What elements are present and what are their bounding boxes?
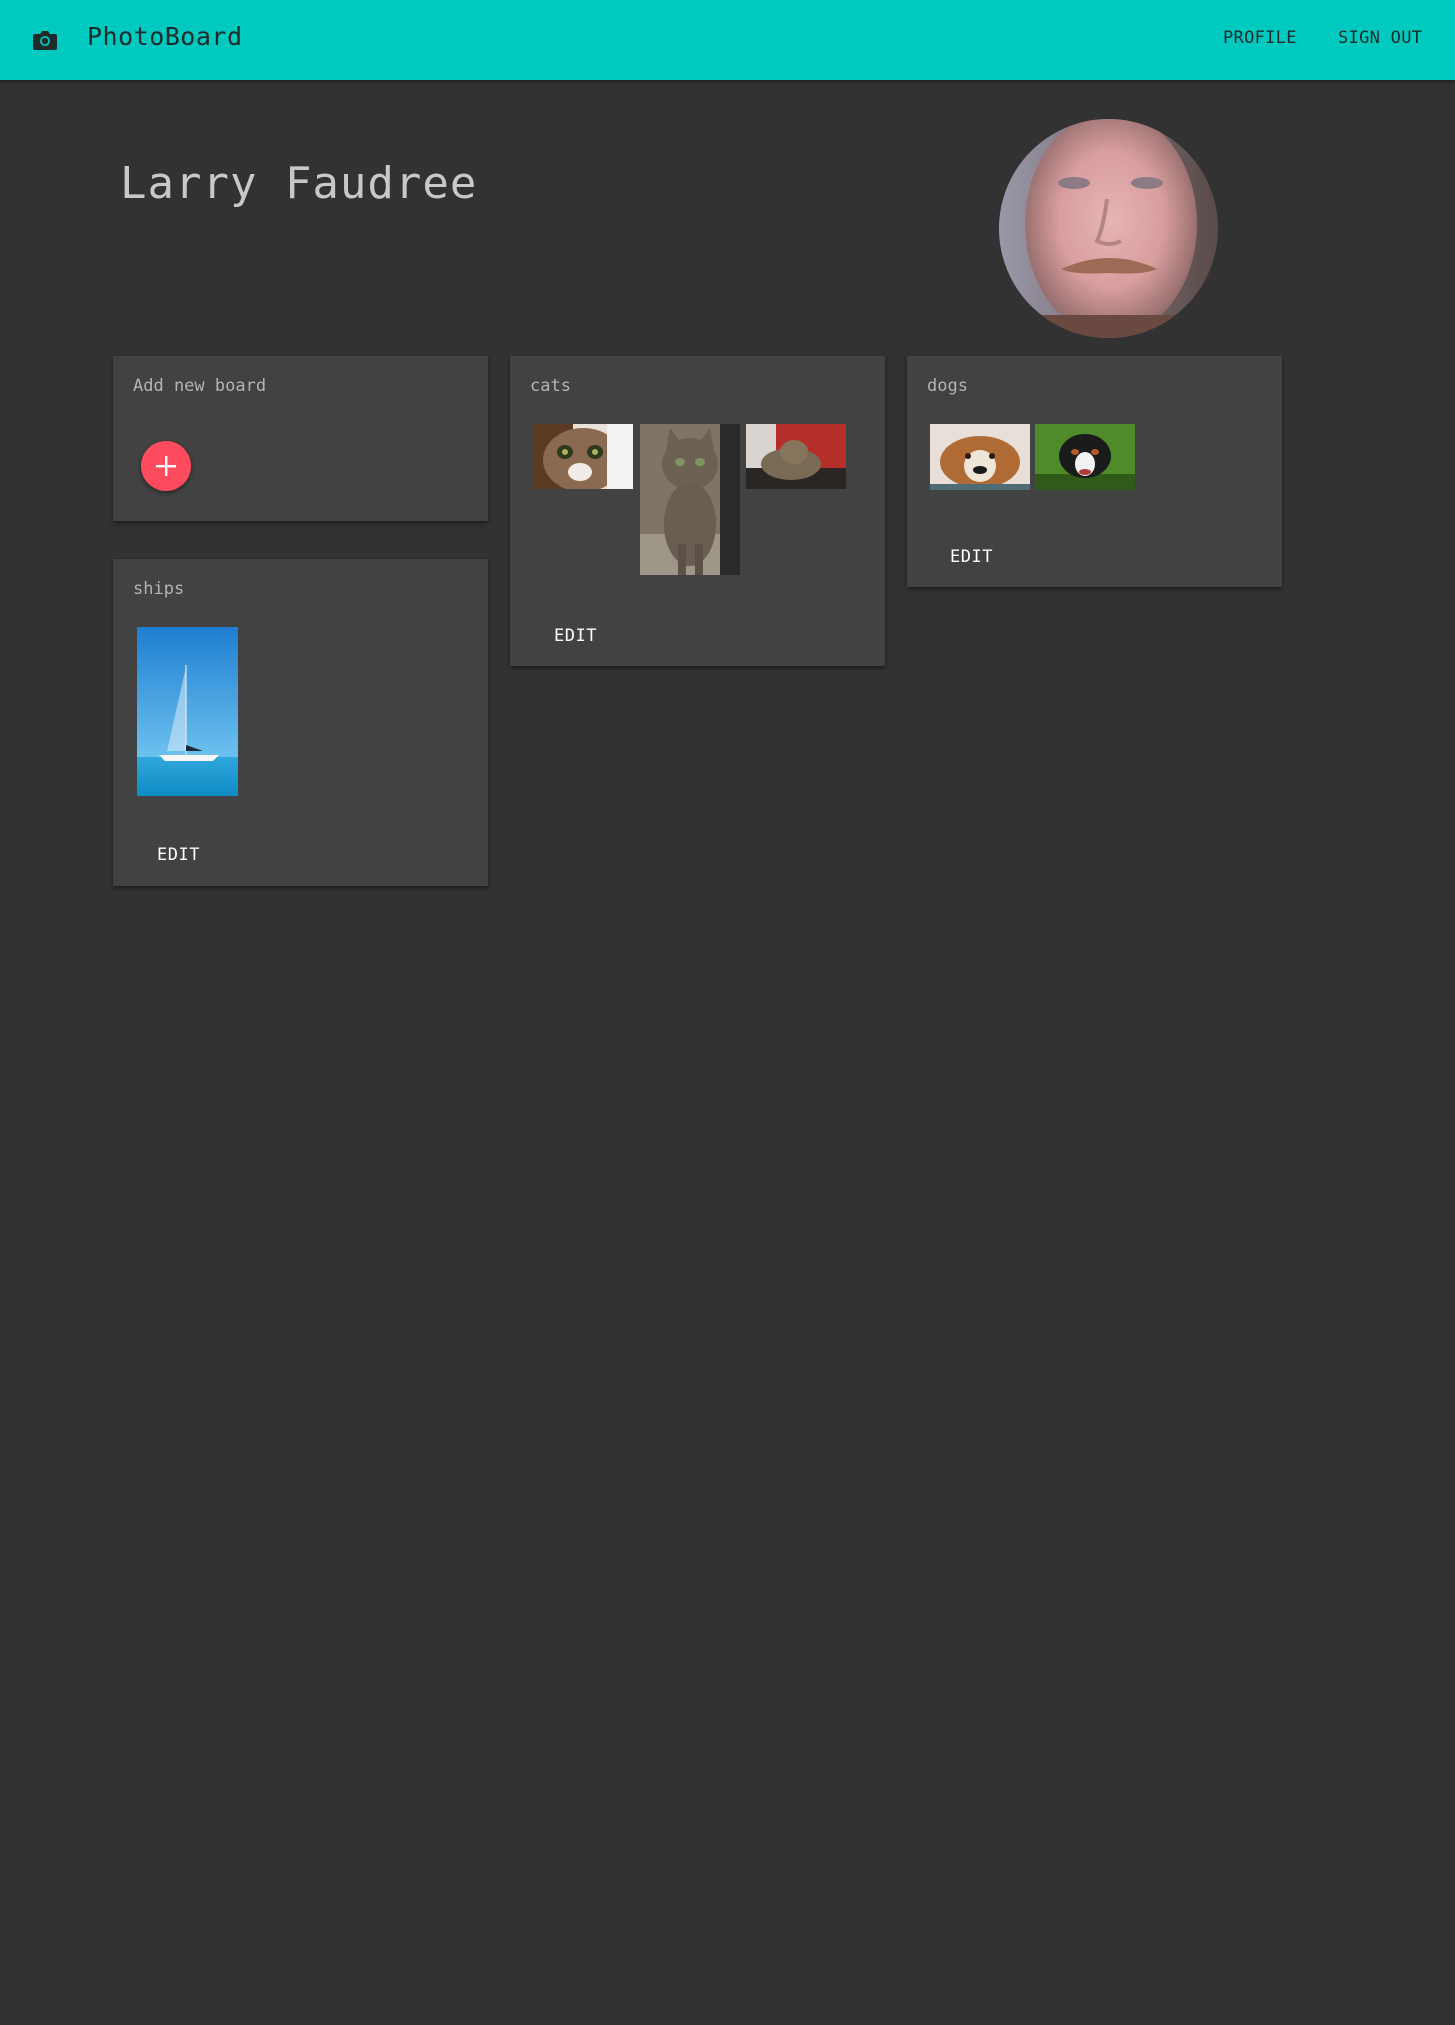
- plus-icon: [156, 456, 176, 476]
- board-card-cats: cats EDIT: [510, 356, 885, 666]
- app-title[interactable]: PhotoBoard: [87, 22, 243, 51]
- edit-button[interactable]: EDIT: [157, 845, 200, 865]
- edit-button[interactable]: EDIT: [950, 547, 993, 567]
- board-title: cats: [530, 376, 571, 396]
- board-photo[interactable]: [746, 424, 846, 489]
- user-name: Larry Faudree: [120, 158, 478, 209]
- board-photo[interactable]: [137, 627, 238, 796]
- board-photo[interactable]: [930, 424, 1030, 490]
- board-card-dogs: dogs EDIT: [907, 356, 1282, 587]
- top-app-bar: PhotoBoard PROFILE SIGN OUT: [0, 0, 1455, 80]
- add-new-board-card: Add new board: [113, 356, 488, 521]
- add-new-board-title: Add new board: [133, 376, 267, 396]
- profile-button[interactable]: PROFILE: [1223, 28, 1297, 48]
- edit-button[interactable]: EDIT: [554, 626, 597, 646]
- board-photo[interactable]: [1035, 424, 1135, 490]
- camera-icon[interactable]: [32, 27, 58, 53]
- add-board-button[interactable]: [141, 441, 191, 491]
- avatar: [999, 119, 1218, 338]
- board-title: dogs: [927, 376, 968, 396]
- board-title: ships: [133, 579, 185, 599]
- board-photo[interactable]: [640, 424, 740, 575]
- sign-out-button[interactable]: SIGN OUT: [1338, 28, 1422, 48]
- board-photo[interactable]: [533, 424, 633, 489]
- board-card-ships: ships EDIT: [113, 559, 488, 886]
